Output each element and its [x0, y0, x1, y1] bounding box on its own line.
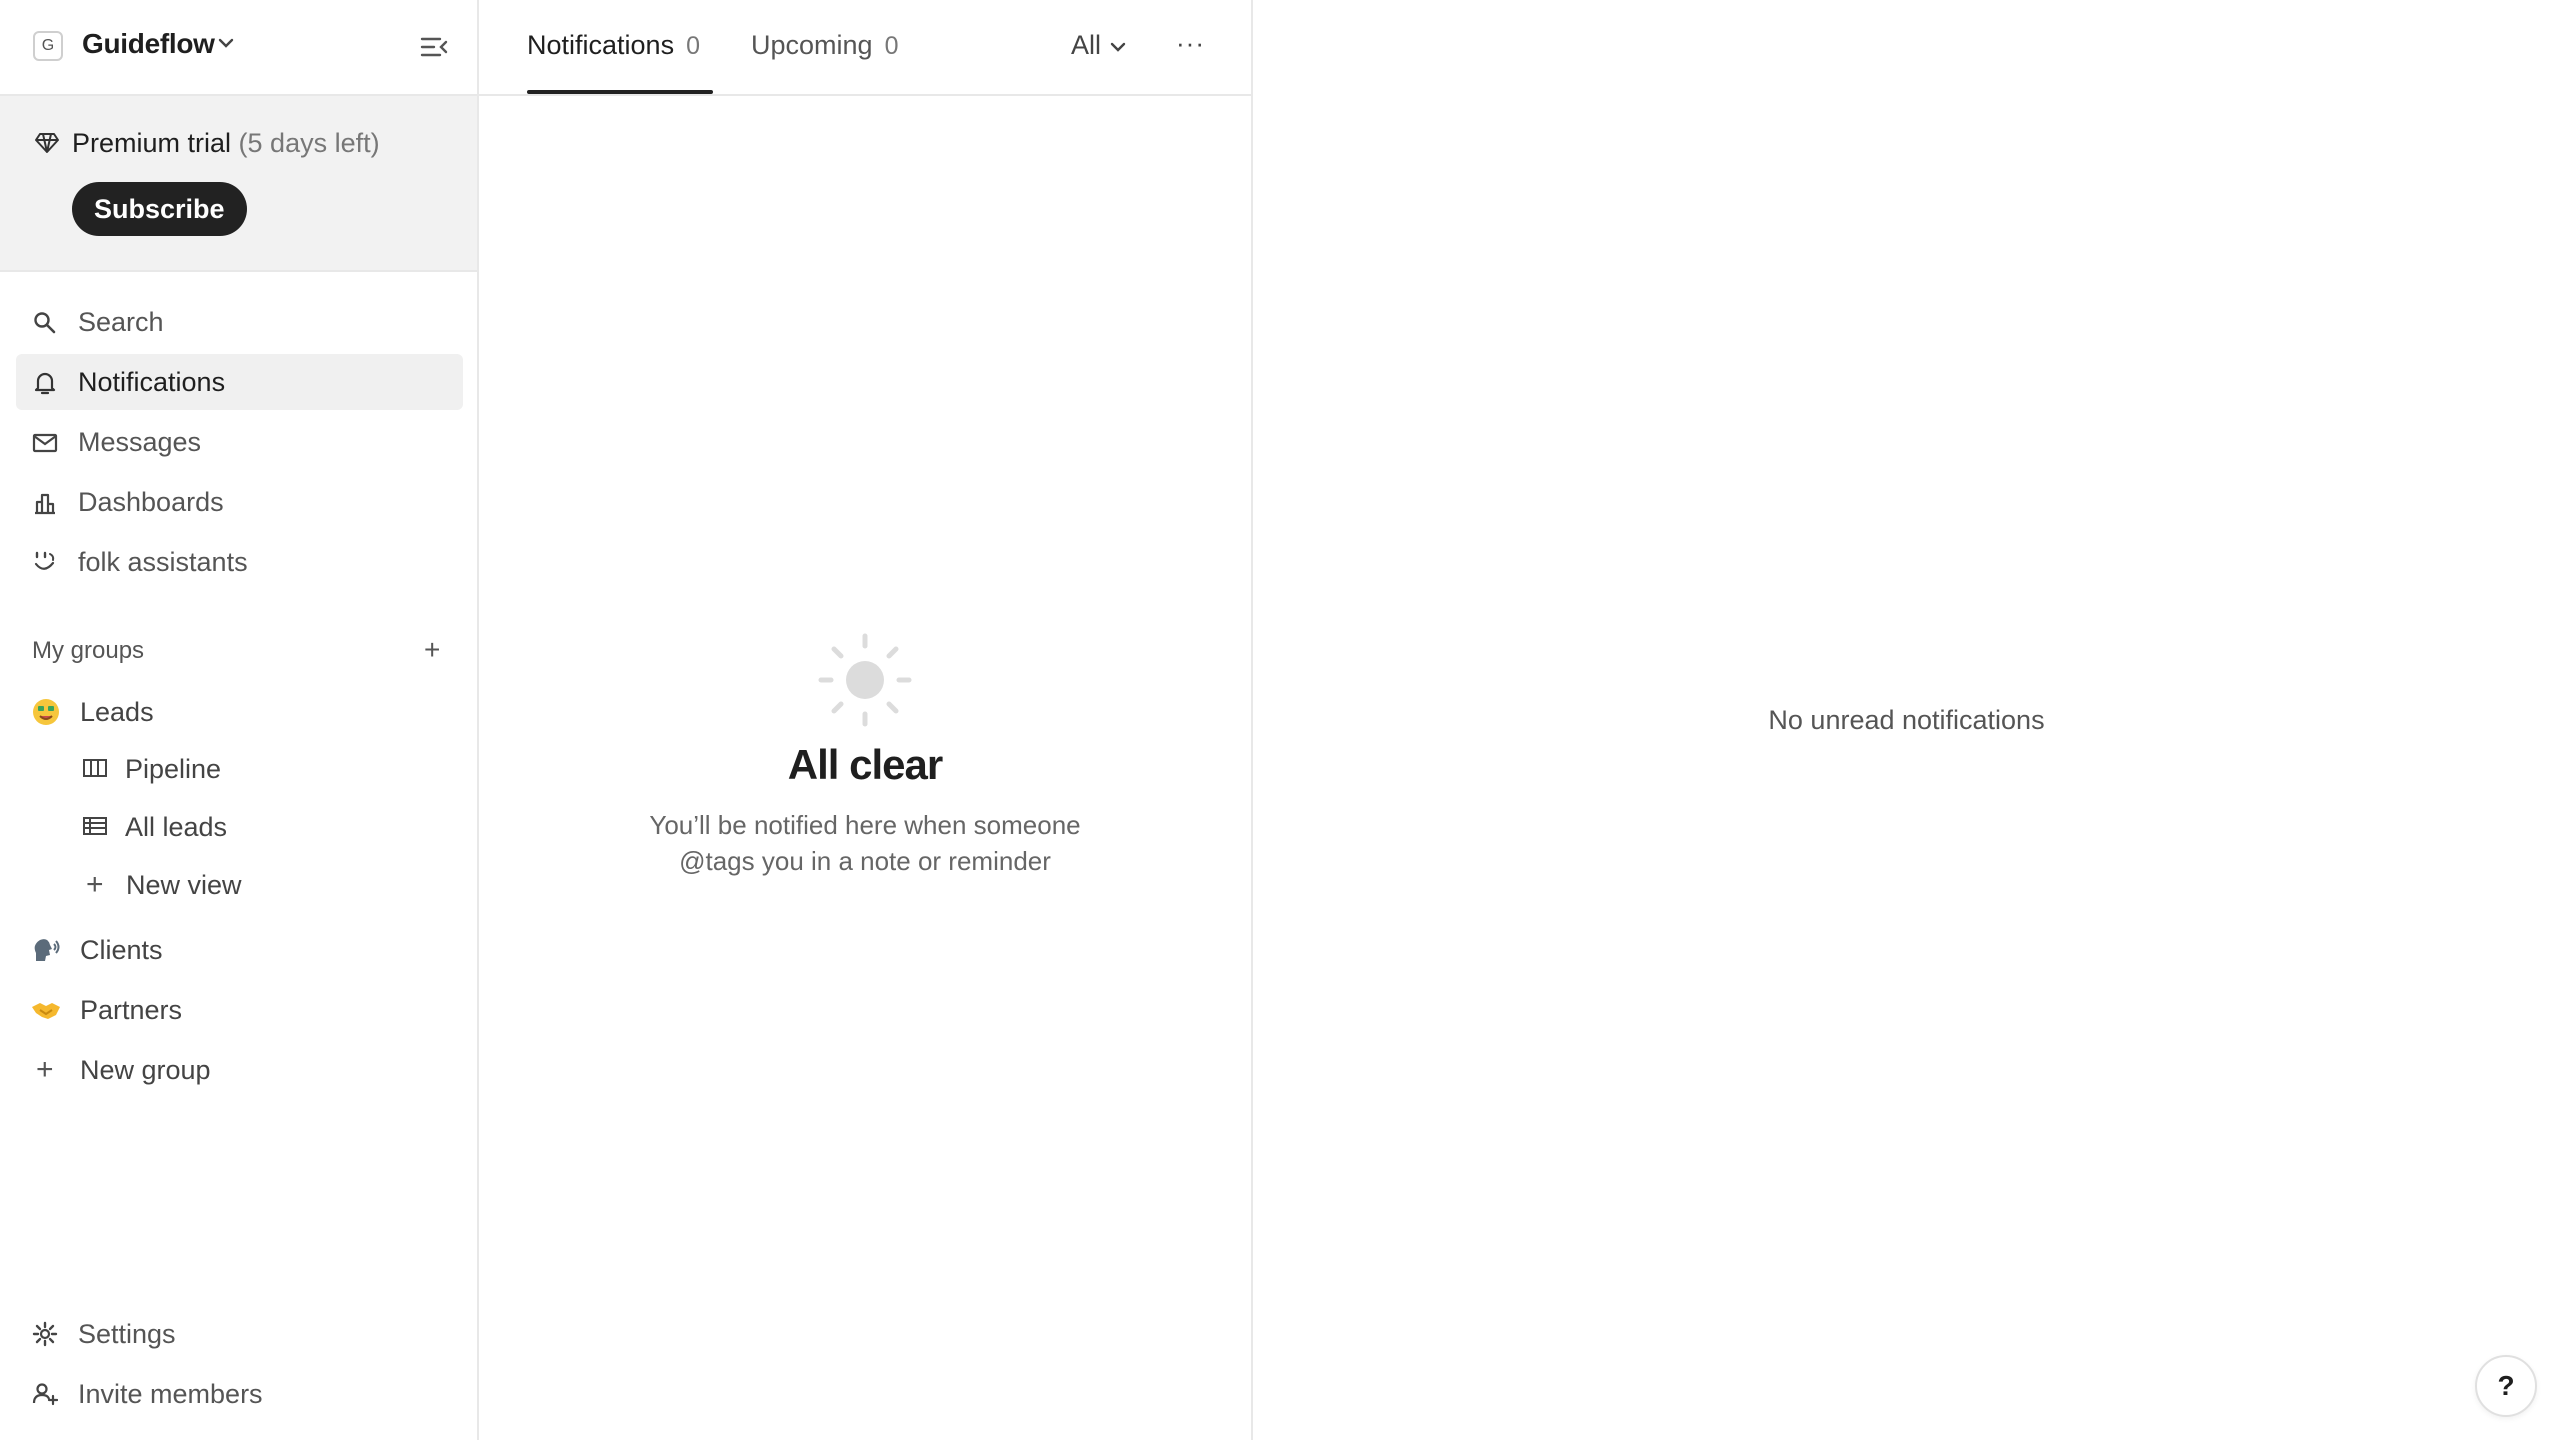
new-view-button[interactable]: + New view	[70, 859, 463, 911]
plus-icon: +	[86, 868, 104, 901]
collapse-sidebar-icon[interactable]	[420, 34, 448, 60]
workspace-logo[interactable]: G	[33, 31, 63, 61]
notifications-panel: Notifications 0 Upcoming 0 All ··· All c…	[479, 0, 1253, 1440]
new-group-label: New group	[80, 1055, 211, 1085]
settings-label: Settings	[78, 1319, 176, 1349]
new-view-label: New view	[126, 870, 242, 900]
nav-search[interactable]: Search	[16, 294, 463, 350]
invite-members-label: Invite members	[78, 1379, 263, 1409]
add-user-icon	[32, 1383, 58, 1406]
plus-icon: +	[36, 1053, 54, 1086]
nav-messages[interactable]: Messages	[16, 414, 463, 470]
tab-notifications-count: 0	[686, 32, 700, 60]
more-options-button[interactable]: ···	[1176, 28, 1205, 59]
tab-upcoming[interactable]: Upcoming 0	[751, 30, 898, 94]
group-clients[interactable]: Clients	[16, 923, 463, 977]
sidebar: G Guideflow Premium trial (5 days left) …	[0, 0, 479, 1440]
empty-state: All clear You’ll be notified here when s…	[479, 632, 1251, 879]
view-pipeline[interactable]: Pipeline	[70, 743, 463, 795]
empty-state-title: All clear	[787, 741, 943, 788]
trial-days-left: (5 days left)	[238, 128, 380, 158]
assistant-face-icon	[34, 551, 55, 570]
empty-state-line-1: You’ll be notified here when someone	[649, 810, 1081, 840]
empty-state-description: You’ll be notified here when someone @ta…	[479, 807, 1251, 879]
tab-upcoming-label: Upcoming	[751, 30, 873, 60]
nav-dashboards[interactable]: Dashboards	[16, 474, 463, 530]
nav-settings[interactable]: Settings	[16, 1307, 463, 1361]
bar-chart-icon	[35, 493, 55, 515]
view-pipeline-label: Pipeline	[125, 754, 222, 784]
detail-panel: No unread notifications	[1253, 0, 2560, 1440]
group-leads[interactable]: Leads	[16, 685, 463, 739]
chevron-down-icon	[1111, 42, 1126, 52]
workspace-name[interactable]: Guideflow	[82, 28, 215, 60]
nav-invite-members[interactable]: Invite members	[16, 1367, 463, 1421]
handshake-icon	[32, 1003, 60, 1019]
premium-trial-banner: Premium trial (5 days left) Subscribe	[0, 96, 477, 272]
view-all-leads[interactable]: All leads	[70, 801, 463, 853]
nav-search-label: Search	[78, 306, 164, 337]
trial-label: Premium trial	[72, 128, 232, 158]
money-mouth-face-icon	[33, 699, 59, 725]
filter-label: All	[1071, 30, 1102, 60]
my-groups-title: My groups	[32, 637, 145, 664]
nav-dashboards-label: Dashboards	[78, 486, 224, 517]
group-clients-label: Clients	[80, 935, 163, 965]
table-icon	[83, 817, 107, 835]
tab-upcoming-count: 0	[884, 32, 899, 60]
nav-notifications-label: Notifications	[78, 366, 226, 397]
nav-folk-assistants[interactable]: folk assistants	[16, 534, 463, 590]
group-leads-label: Leads	[80, 697, 154, 727]
new-group-button[interactable]: + New group	[16, 1043, 463, 1097]
tab-notifications-label: Notifications	[527, 30, 675, 60]
trial-text: Premium trial (5 days left)	[72, 128, 380, 159]
gem-icon	[35, 133, 59, 153]
nav-folk-assistants-label: folk assistants	[78, 546, 248, 577]
group-partners[interactable]: Partners	[16, 983, 463, 1037]
empty-state-line-2: @tags you in a note or reminder	[679, 846, 1051, 876]
envelope-icon	[32, 433, 58, 453]
chevron-down-icon[interactable]	[217, 36, 235, 50]
tab-notifications[interactable]: Notifications 0	[527, 30, 713, 94]
bell-icon	[34, 372, 56, 395]
workspace-header: G Guideflow	[0, 0, 477, 96]
sun-icon	[818, 633, 912, 727]
help-button[interactable]: ?	[2475, 1355, 2537, 1417]
nav-notifications[interactable]: Notifications	[16, 354, 463, 410]
speaking-head-icon	[34, 939, 60, 961]
gear-icon	[32, 1321, 58, 1347]
nav-messages-label: Messages	[78, 426, 202, 457]
notification-tabs: Notifications 0 Upcoming 0 All ···	[479, 0, 1251, 96]
columns-icon	[83, 759, 107, 777]
filter-dropdown[interactable]: All	[1071, 30, 1127, 61]
search-icon	[34, 312, 56, 334]
subscribe-button[interactable]: Subscribe	[72, 182, 247, 236]
add-group-button[interactable]: +	[424, 636, 440, 664]
group-partners-label: Partners	[80, 995, 183, 1025]
no-unread-message: No unread notifications	[1768, 705, 2045, 735]
view-all-leads-label: All leads	[125, 812, 228, 842]
